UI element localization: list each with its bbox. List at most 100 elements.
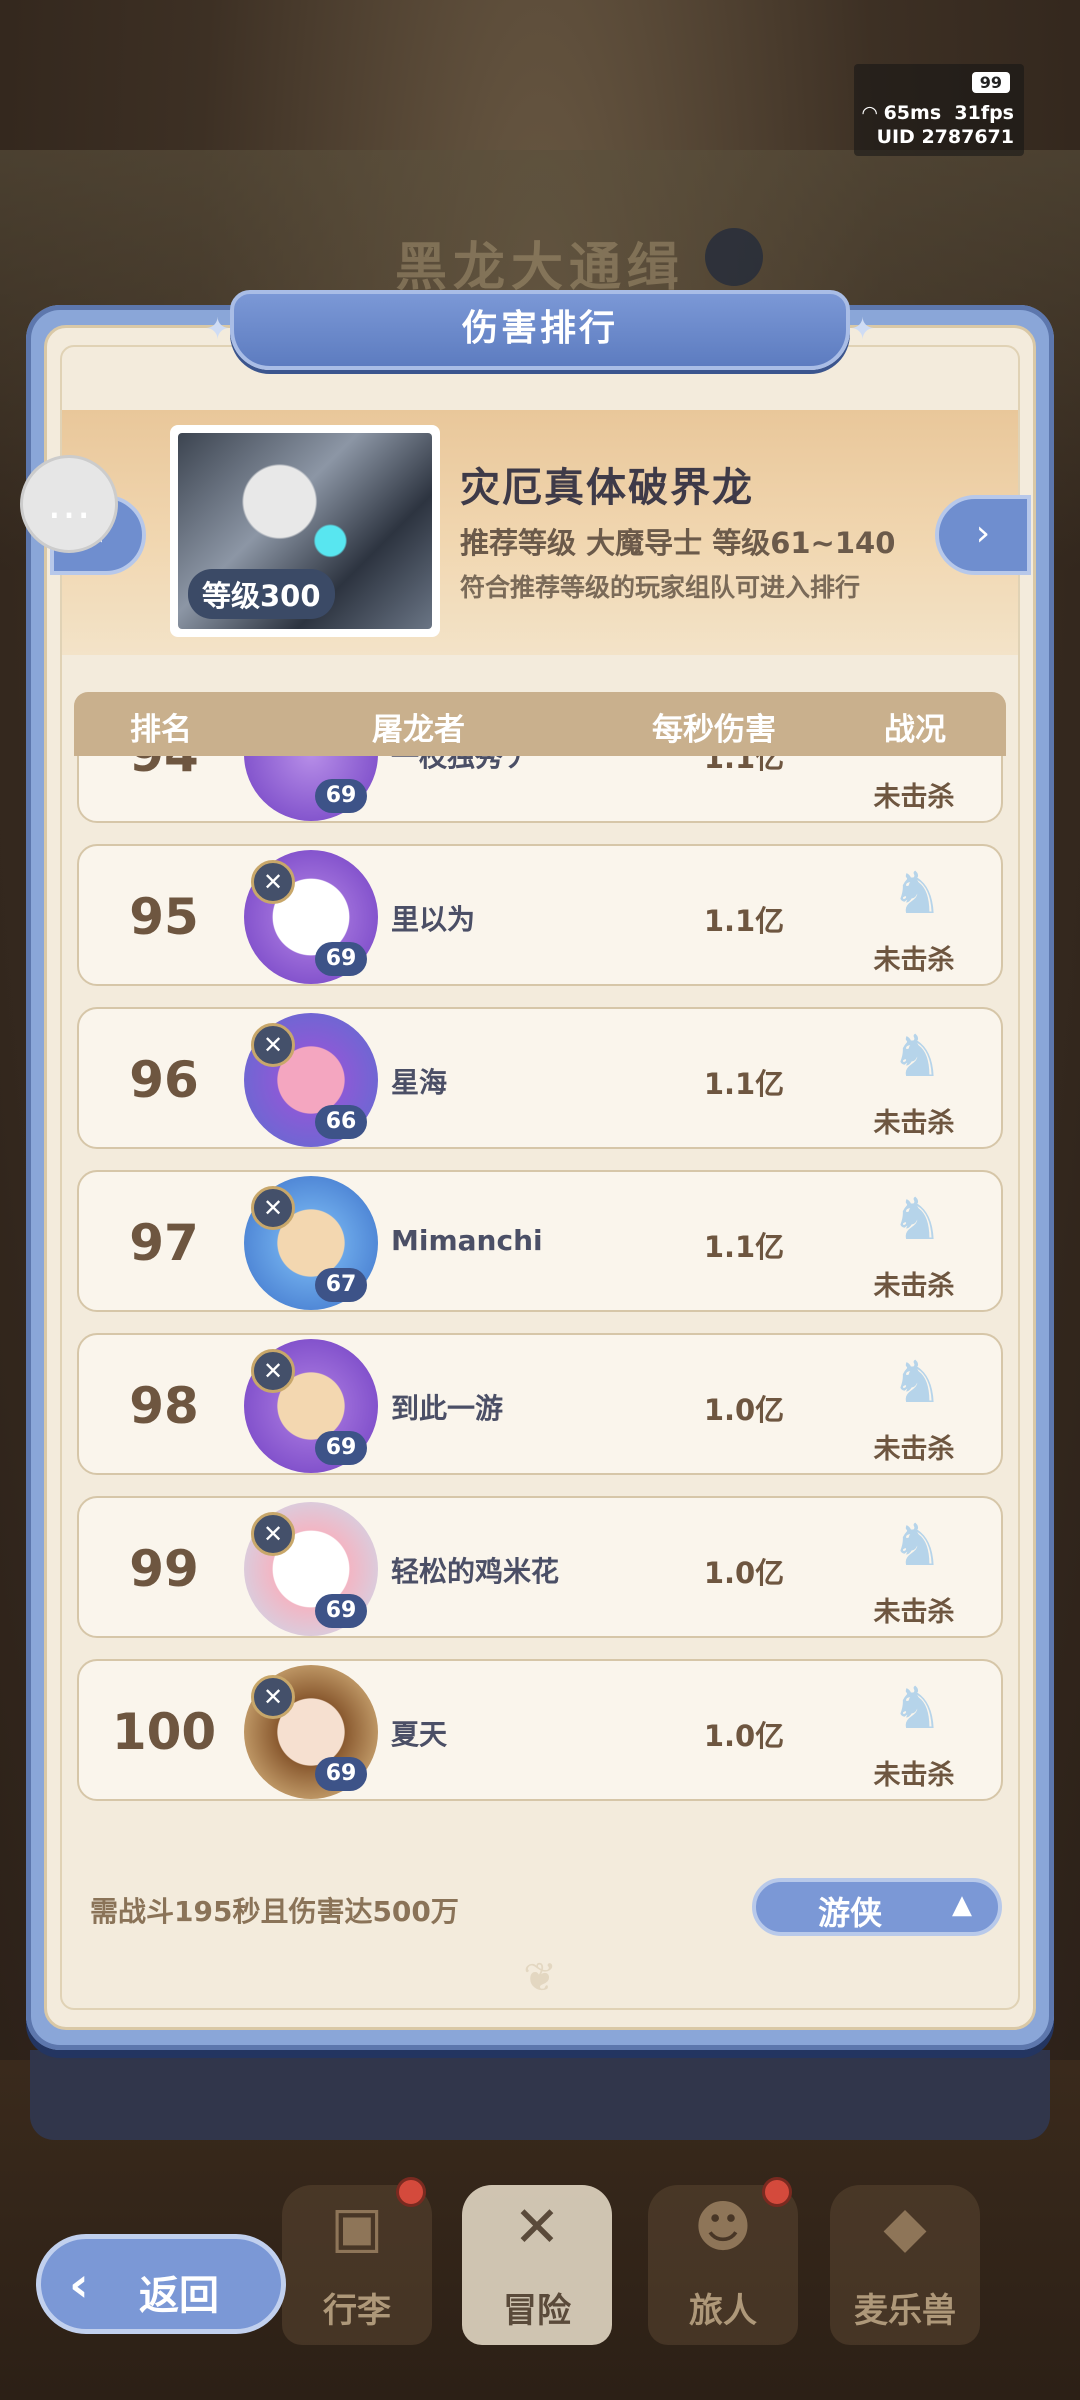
player-level: 69 [315,779,367,813]
kill-status: 未击杀 [873,1760,955,1791]
triangle-up-icon: ▲ [952,1890,972,1920]
player-level: 69 [315,942,367,976]
table-row[interactable]: 99 ✕ 69 轻松的鸡米花 1.0亿 ♞ 未击杀 [77,1496,1003,1638]
tab-label: 冒险 [503,2291,571,2331]
player-name: 到此一游 [391,1392,504,1425]
back-arrow-icon: ‹ [69,2257,89,2313]
chat-button[interactable]: … [20,455,118,553]
boss-name: 灾厄真体破界龙 [460,465,754,511]
ranking-list[interactable]: 94 ✕ 69 一枝独秀丿 1.1亿 ♞ 未击杀 95 ✕ 69 里以为 1.1… [74,756,1006,1848]
network-status-overlay: 99 ◠ 65ms 31fps UID 2787671 [854,64,1024,156]
table-row[interactable]: 94 ✕ 69 一枝独秀丿 1.1亿 ♞ 未击杀 [77,756,1003,823]
boss-portrait[interactable]: 等级300 [170,425,440,637]
dragon-head-icon: ♞ [891,859,943,927]
table-row[interactable]: 98 ✕ 69 到此一游 1.0亿 ♞ 未击杀 [77,1333,1003,1475]
notification-dot [396,2177,426,2207]
player-name: 一枝独秀丿 [391,756,532,773]
kill-status: 未击杀 [873,1434,955,1465]
header-slayer: 屠龙者 [372,712,465,748]
rank-number: 96 [129,1051,199,1109]
perf-row: ◠ 65ms 31fps [862,102,1014,124]
tab-pets[interactable]: ◆ 麦乐兽 [830,2185,980,2345]
fox-icon: ◆ [883,2195,927,2260]
rank-number: 98 [129,1377,199,1435]
dragon-head-icon: ♞ [891,1674,943,1742]
ranking-table-header: 排名 屠龙者 每秒伤害 战况 [74,692,1006,756]
header-status: 战况 [884,712,946,748]
player-name: 星海 [391,1066,448,1099]
banner-ornament-icon: ✦ [850,312,876,347]
uid-text: UID 2787671 [876,126,1014,148]
chevron-right-icon: › [975,513,991,554]
player-name: 夏天 [391,1718,448,1751]
tab-label: 麦乐兽 [854,2291,956,2331]
dps-value: 1.1亿 [703,904,785,938]
rank-number: 100 [111,1703,217,1761]
player-level: 69 [315,1594,367,1628]
kill-status: 未击杀 [873,1108,955,1139]
dps-value: 1.0亿 [703,1556,785,1590]
class-emblem-icon: ✕ [251,1512,295,1556]
tab-label: 旅人 [689,2291,757,2331]
dragon-head-icon: ♞ [891,1348,943,1416]
chat-bubble-icon: … [47,478,91,529]
rank-number: 95 [129,888,199,946]
class-emblem-icon: ✕ [251,1186,295,1230]
next-boss-button[interactable]: › [935,495,1031,575]
banner-ornament-icon: ✦ [205,312,231,347]
ranking-requirement: 需战斗195秒且伤害达500万 [90,1895,459,1928]
class-filter-dropdown[interactable]: 游侠 ▲ [752,1878,1002,1936]
boss-level-badge: 等级300 [188,569,335,619]
wifi-icon: ◠ [862,102,884,124]
dps-value: 1.0亿 [703,1719,785,1753]
table-row[interactable]: 97 ✕ 67 Mimanchi 1.1亿 ♞ 未击杀 [77,1170,1003,1312]
header-rank: 排名 [130,712,192,748]
fps-value: 31fps [954,102,1014,124]
dragon-head-icon: ♞ [879,756,955,765]
panel-title: 伤害排行 [230,290,850,370]
player-name: Mimanchi [391,1224,543,1257]
back-label: 返回 [139,2273,219,2319]
ping-value: 65ms [883,102,942,124]
boss-recommendation: 推荐等级 大魔导士 等级61~140 [460,526,896,560]
header-dps: 每秒伤害 [652,712,776,748]
tab-traveler[interactable]: ☻ 旅人 [648,2177,798,2345]
dps-value: 1.1亿 [703,1230,785,1264]
fox-crest-icon: ❦ [523,1955,557,2001]
tab-adventure[interactable]: ✕ 冒险 [462,2185,612,2345]
player-level: 69 [315,1757,367,1791]
kill-status: 未击杀 [873,945,955,976]
rank-number: 97 [129,1214,199,1272]
tab-label: 行李 [323,2291,391,2331]
background-title: 黑龙大通缉 [394,238,685,298]
dps-value: 1.1亿 [703,1067,785,1101]
kill-status: 未击杀 [873,782,955,813]
info-badge-icon [705,228,763,286]
class-emblem-icon: ✕ [251,1023,295,1067]
boss-note: 符合推荐等级的玩家组队可进入排行 [460,573,861,602]
player-level: 69 [315,1431,367,1465]
player-level: 66 [315,1105,367,1139]
table-row[interactable]: 100 ✕ 69 夏天 1.0亿 ♞ 未击杀 [77,1659,1003,1801]
dragon-head-icon: ♞ [891,1511,943,1579]
tab-luggage[interactable]: ▣ 行李 [282,2177,432,2345]
class-filter-label: 游侠 [818,1894,883,1932]
table-row[interactable]: 95 ✕ 69 里以为 1.1亿 ♞ 未击杀 [77,844,1003,986]
player-level: 67 [315,1268,367,1302]
kill-status: 未击杀 [873,1271,955,1302]
kill-status: 未击杀 [873,1597,955,1628]
crossed-swords-icon: ✕ [513,2195,561,2260]
player-name: 里以为 [391,903,476,936]
panel-base-plate [30,2050,1050,2140]
player-name: 轻松的鸡米花 [391,1555,560,1588]
rank-number: 94 [79,756,249,783]
dragon-head-icon: ♞ [891,1022,943,1090]
dragon-head-icon: ♞ [891,1185,943,1253]
notification-dot [762,2177,792,2207]
table-row[interactable]: 96 ✕ 66 星海 1.1亿 ♞ 未击杀 [77,1007,1003,1149]
rank-number: 99 [129,1540,199,1598]
class-emblem-icon: ✕ [251,860,295,904]
back-button[interactable]: ‹ 返回 [36,2234,286,2334]
dps-value: 1.1亿 [703,756,785,775]
class-emblem-icon: ✕ [251,1349,295,1393]
